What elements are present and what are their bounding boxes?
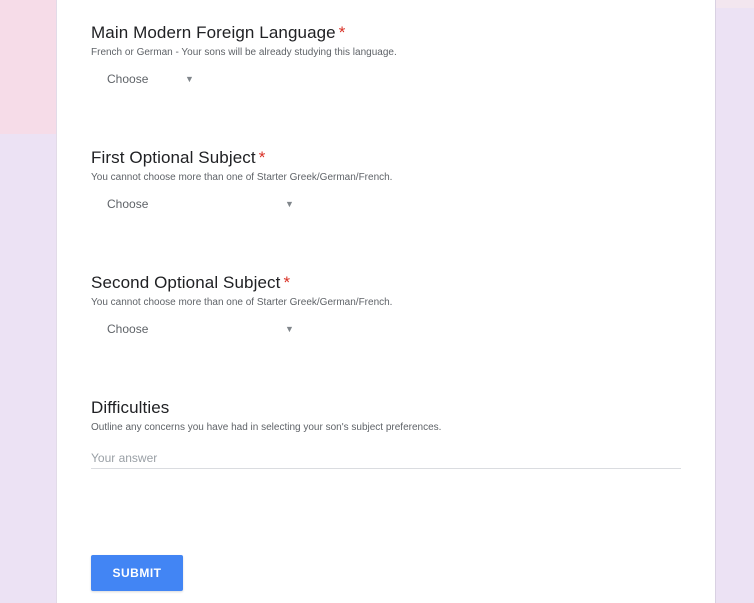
submit-button[interactable]: SUBMIT bbox=[91, 555, 183, 591]
question-description: Outline any concerns you have had in sel… bbox=[91, 422, 442, 433]
main-language-dropdown[interactable]: Choose ▼ bbox=[91, 70, 691, 88]
question-first-optional: First Optional Subject * You cannot choos… bbox=[91, 148, 691, 213]
form-card: Main Modern Foreign Language * French or … bbox=[56, 0, 716, 603]
question-description: French or German - Your sons will be alr… bbox=[91, 47, 397, 58]
question-description: You cannot choose more than one of Start… bbox=[91, 297, 393, 308]
difficulties-answer-input[interactable] bbox=[91, 447, 681, 469]
question-second-optional: Second Optional Subject * You cannot choo… bbox=[91, 273, 691, 338]
question-title: Difficulties bbox=[91, 398, 170, 417]
question-title: Second Optional Subject * bbox=[91, 273, 291, 292]
triangle-down-icon: ▼ bbox=[185, 74, 194, 84]
triangle-down-icon: ▼ bbox=[285, 199, 294, 209]
triangle-down-icon: ▼ bbox=[285, 324, 294, 334]
first-optional-dropdown[interactable]: Choose ▼ bbox=[91, 195, 691, 213]
required-asterisk: * bbox=[258, 148, 266, 167]
dropdown-selected-value: Choose bbox=[107, 322, 149, 336]
question-main-language: Main Modern Foreign Language * French or … bbox=[91, 23, 691, 88]
page-background-accent bbox=[0, 0, 56, 134]
second-optional-dropdown[interactable]: Choose ▼ bbox=[91, 320, 691, 338]
question-difficulties: Difficulties Outline any concerns you ha… bbox=[91, 398, 691, 469]
question-description: You cannot choose more than one of Start… bbox=[91, 172, 393, 183]
dropdown-selected-value: Choose bbox=[107, 72, 149, 86]
required-asterisk: * bbox=[283, 273, 291, 292]
question-title: First Optional Subject * bbox=[91, 148, 266, 167]
question-title: Main Modern Foreign Language * bbox=[91, 23, 346, 42]
dropdown-selected-value: Choose bbox=[107, 197, 149, 211]
required-asterisk: * bbox=[338, 23, 346, 42]
